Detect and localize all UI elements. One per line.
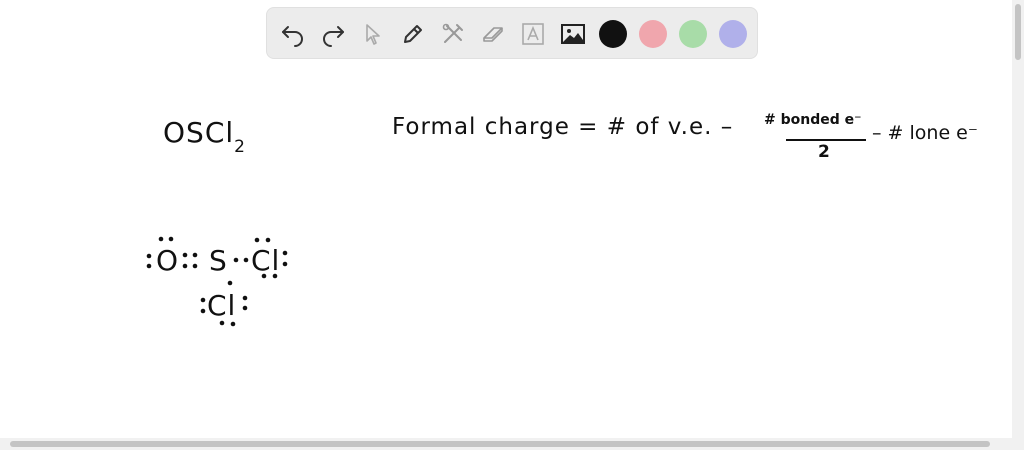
- image-icon: [561, 24, 585, 44]
- formal-charge-left: Formal charge = # of v.e. –: [392, 114, 734, 140]
- text-button[interactable]: [519, 20, 547, 48]
- formula-subscript: 2: [234, 137, 246, 157]
- select-cursor-icon: [366, 24, 380, 45]
- vertical-scrollbar[interactable]: [1012, 0, 1024, 438]
- drawing-toolbar: [266, 7, 758, 59]
- image-button[interactable]: [559, 20, 587, 48]
- select-button[interactable]: [359, 20, 387, 48]
- whiteboard-canvas[interactable]: OSCl2 Formal charge = # of v.e. – # bond…: [0, 0, 1012, 438]
- atom-sulfur: S: [209, 244, 228, 277]
- color-swatch-purple[interactable]: [719, 20, 747, 48]
- scrollbar-corner: [1012, 438, 1024, 450]
- fraction-bar: [786, 139, 866, 141]
- color-swatch-black[interactable]: [599, 20, 627, 48]
- tools-icon: [442, 23, 463, 43]
- formal-charge-right: – # lone e⁻: [872, 122, 978, 144]
- redo-icon: [323, 26, 344, 47]
- molecule-formula: OSCl2: [163, 116, 246, 157]
- atom-oxygen: O: [156, 244, 180, 277]
- pen-icon: [404, 25, 422, 43]
- eraser-button[interactable]: [479, 20, 507, 48]
- tools-button[interactable]: [439, 20, 467, 48]
- electron-dots: [146, 236, 288, 327]
- eraser-icon: [483, 27, 503, 42]
- atom-chlorine-bottom: Cl: [207, 289, 237, 322]
- undo-button[interactable]: [279, 20, 307, 48]
- formal-charge-denominator: 2: [818, 142, 831, 162]
- color-swatch-pink[interactable]: [639, 20, 667, 48]
- atom-chlorine-right: Cl: [251, 244, 281, 277]
- horizontal-scrollbar[interactable]: [0, 438, 1012, 450]
- pen-button[interactable]: [399, 20, 427, 48]
- redo-button[interactable]: [319, 20, 347, 48]
- formula-name: OSCl: [163, 116, 235, 149]
- vertical-scroll-thumb[interactable]: [1015, 4, 1021, 60]
- formal-charge-numerator: # bonded e⁻: [764, 112, 862, 128]
- color-swatch-green[interactable]: [679, 20, 707, 48]
- undo-icon: [282, 26, 303, 47]
- text-box-icon: [522, 23, 544, 45]
- horizontal-scroll-thumb[interactable]: [10, 441, 990, 447]
